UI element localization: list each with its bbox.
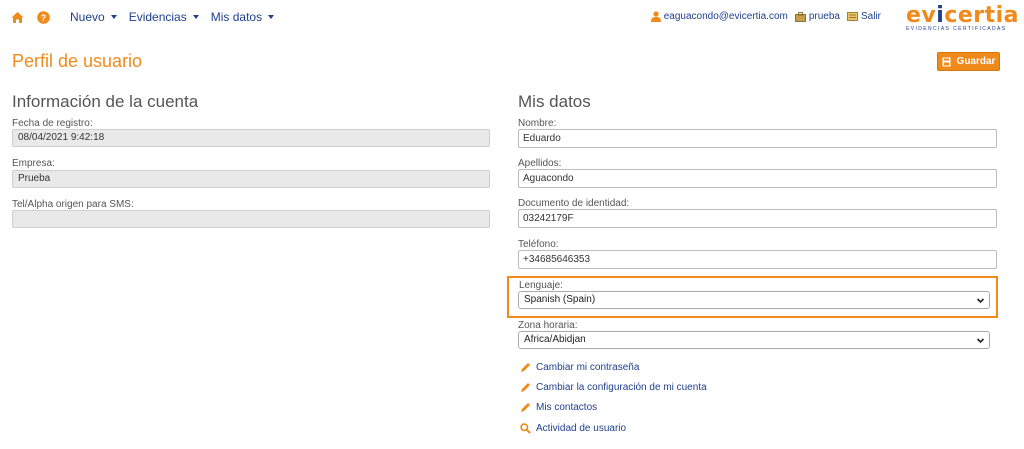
contacts-link[interactable]: Mis contactos <box>520 402 597 413</box>
nav-right: eaguacondo@evicertia.com prueba Salir <box>644 11 881 22</box>
user-activity-link[interactable]: Actividad de usuario <box>520 423 626 434</box>
timezone-label: Zona horaria: <box>518 320 578 331</box>
logo-wordmark: evicertia <box>906 3 1019 28</box>
registration-field: 08/04/2021 9:42:18 <box>12 129 490 147</box>
logout-link[interactable]: Salir <box>847 11 881 22</box>
name-input[interactable]: Eduardo <box>518 129 997 148</box>
sms-origin-field <box>12 210 490 228</box>
pencil-icon <box>520 382 531 393</box>
account-link[interactable]: prueba <box>794 11 840 22</box>
save-button[interactable]: Guardar <box>937 52 1000 71</box>
menu-evidencias[interactable]: Evidencias <box>129 10 199 24</box>
language-selected-value: Spanish (Spain) <box>524 294 596 305</box>
id-document-input[interactable]: 03242179F <box>518 209 997 228</box>
language-label: Lenguaje: <box>519 280 563 291</box>
menu-mis-datos[interactable]: Mis datos <box>210 10 275 24</box>
pencil-icon <box>520 402 531 413</box>
pencil-icon <box>520 362 531 373</box>
id-document-label: Documento de identidad: <box>518 198 630 209</box>
surname-label: Apellidos: <box>518 158 562 169</box>
nav-left: ? Nuevo Evidencias Mis datos <box>11 10 286 24</box>
svg-text:?: ? <box>41 13 47 23</box>
home-icon[interactable] <box>11 11 24 24</box>
change-config-label: Cambiar la configuración de mi cuenta <box>536 382 707 393</box>
company-label: Empresa: <box>12 158 55 169</box>
timezone-select[interactable]: Africa/Abidjan <box>518 331 990 349</box>
name-label: Nombre: <box>518 118 557 129</box>
language-select[interactable]: Spanish (Spain) <box>518 291 990 309</box>
menu-evidencias-label: Evidencias <box>128 10 187 24</box>
user-icon <box>650 11 661 22</box>
user-email-link[interactable]: eaguacondo@evicertia.com <box>650 11 788 22</box>
chevron-down-icon <box>110 15 117 19</box>
account-name: prueba <box>808 11 840 22</box>
top-navbar: ? Nuevo Evidencias Mis datos eaguacondo@… <box>0 0 1024 36</box>
timezone-selected-value: Africa/Abidjan <box>524 334 586 345</box>
page-title: Perfil de usuario <box>12 51 143 71</box>
user-activity-label: Actividad de usuario <box>536 423 627 434</box>
phone-input[interactable]: +34685646353 <box>518 250 997 269</box>
chevron-down-icon <box>268 15 275 19</box>
logout-icon <box>847 12 858 21</box>
contacts-label: Mis contactos <box>536 402 598 413</box>
help-icon[interactable]: ? <box>37 10 50 24</box>
search-icon <box>520 423 531 434</box>
account-info-title: Información de la cuenta <box>12 92 199 111</box>
chevron-down-icon <box>192 15 199 19</box>
registration-label: Fecha de registro: <box>12 118 93 129</box>
chevron-down-icon <box>976 295 985 311</box>
sms-origin-label: Tel/Alpha origen para SMS: <box>12 199 134 210</box>
change-password-label: Cambiar mi contraseña <box>536 362 640 373</box>
evicertia-logo[interactable]: evicertia EVIDENCIAS CERTIFICADAS <box>906 3 1019 33</box>
save-button-label: Guardar <box>956 56 996 67</box>
change-password-link[interactable]: Cambiar mi contraseña <box>520 362 639 373</box>
logout-label: Salir <box>860 11 881 22</box>
menu-nuevo-label: Nuevo <box>70 10 105 24</box>
logo-part1: ev <box>906 3 937 28</box>
user-email: eaguacondo@evicertia.com <box>663 11 788 22</box>
chevron-down-icon <box>976 335 985 351</box>
save-icon <box>942 57 951 67</box>
menu-nuevo[interactable]: Nuevo <box>70 10 117 24</box>
phone-label: Teléfono: <box>518 239 559 250</box>
surname-input[interactable]: Aguacondo <box>518 169 997 188</box>
logo-tagline: EVIDENCIAS CERTIFICADAS <box>906 26 1007 32</box>
company-field: Prueba <box>12 170 490 188</box>
my-data-title: Mis datos <box>518 92 591 111</box>
menu-mis-datos-label: Mis datos <box>210 10 263 24</box>
briefcase-icon <box>794 11 806 22</box>
change-config-link[interactable]: Cambiar la configuración de mi cuenta <box>520 382 707 393</box>
logo-part3: certia <box>944 3 1020 28</box>
